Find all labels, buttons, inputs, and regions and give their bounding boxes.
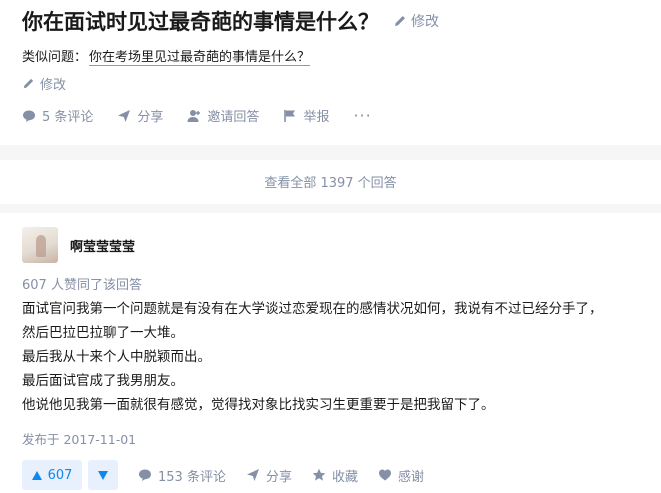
published-date[interactable]: 发布于 2017-11-01: [22, 429, 136, 448]
vote-summary[interactable]: 607 人赞同了该回答: [22, 274, 142, 293]
question-actions: 5 条评论 分享 邀请回答 举报 ···: [22, 106, 396, 125]
answer-paragraph: 最后面试官成了我男朋友。: [22, 373, 184, 389]
downvote-button[interactable]: [88, 460, 118, 490]
user-plus-icon: [187, 109, 201, 122]
triangle-down-icon: [98, 470, 108, 480]
question-comments-button[interactable]: 5 条评论: [22, 106, 93, 125]
share-icon: [246, 469, 259, 481]
avatar[interactable]: [22, 227, 58, 263]
share-icon: [118, 109, 131, 122]
star-icon: [312, 468, 326, 481]
similar-prefix: 类似问题：: [22, 50, 88, 65]
answer-paragraph: 他说他见我第一面就很有感觉，觉得找对象比找实习生更重要于是把我留下了。: [22, 397, 495, 413]
edit-question-label: 修改: [411, 14, 439, 30]
answer-card: 啊莹莹莹莹 607 人赞同了该回答 面试官问我第一个问题就是有没有在大学谈过恋爱…: [0, 213, 661, 493]
question-header: 你在面试时见过最奇葩的事情是什么？ 修改: [22, 6, 439, 36]
thanks-button[interactable]: 感谢: [378, 466, 424, 485]
edit-question-button[interactable]: 修改: [393, 11, 439, 31]
edit-topic-label: 修改: [40, 78, 67, 93]
report-button[interactable]: 举报: [283, 106, 329, 125]
view-all-answers-label: 查看全部 1397 个回答: [264, 176, 397, 191]
question-title: 你在面试时见过最奇葩的事情是什么？: [22, 10, 379, 34]
similar-question: 类似问题： 你在考场里见过最奇葩的事情是什么？: [22, 46, 311, 66]
flag-icon: [284, 109, 296, 122]
comment-icon: [23, 110, 35, 122]
answer-author: 啊莹莹莹莹: [22, 227, 135, 263]
answer-content: 面试官问我第一个问题就是有没有在大学谈过恋爱现在的感情状况如何，我说有不过已经分…: [22, 297, 652, 417]
answer-share-button[interactable]: 分享: [246, 466, 292, 485]
question-card: 你在面试时见过最奇葩的事情是什么？ 修改 类似问题： 你在考场里见过最奇葩的事情是…: [0, 0, 661, 145]
question-share-button[interactable]: 分享: [117, 106, 163, 125]
answer-paragraph: 然后巴拉巴拉聊了一大堆。: [22, 325, 184, 341]
answer-comments-button[interactable]: 153 条评论: [138, 466, 226, 485]
answer-share-label: 分享: [265, 469, 292, 485]
invite-answer-label: 邀请回答: [207, 110, 260, 125]
edit-topic-button[interactable]: 修改: [22, 74, 66, 93]
answer-actions: 607 153 条评论 分享 收藏 感谢: [22, 460, 424, 490]
upvote-count: 607: [47, 467, 73, 483]
upvote-button[interactable]: 607: [22, 460, 82, 490]
comment-icon: [139, 469, 151, 481]
triangle-up-icon: [31, 470, 42, 480]
favorite-label: 收藏: [331, 469, 358, 485]
report-label: 举报: [303, 110, 330, 125]
view-all-answers-bar[interactable]: 查看全部 1397 个回答: [0, 160, 661, 204]
pencil-icon: [23, 78, 34, 89]
answer-paragraph: 面试官问我第一个问题就是有没有在大学谈过恋爱现在的感情状况如何，我说有不过已经分…: [22, 301, 603, 317]
question-share-label: 分享: [137, 110, 164, 125]
answer-comments-label: 153 条评论: [158, 469, 226, 485]
heart-icon: [378, 469, 391, 481]
invite-answer-button[interactable]: 邀请回答: [187, 106, 259, 125]
more-options-button[interactable]: ···: [353, 106, 371, 125]
pencil-icon: [395, 16, 405, 26]
author-name[interactable]: 啊莹莹莹莹: [70, 236, 135, 255]
thanks-label: 感谢: [397, 469, 424, 485]
question-comments-label: 5 条评论: [42, 110, 94, 125]
favorite-button[interactable]: 收藏: [312, 466, 358, 485]
answer-paragraph: 最后我从十来个人中脱颖而出。: [22, 349, 211, 365]
similar-question-link[interactable]: 你在考场里见过最奇葩的事情是什么？: [89, 50, 311, 66]
